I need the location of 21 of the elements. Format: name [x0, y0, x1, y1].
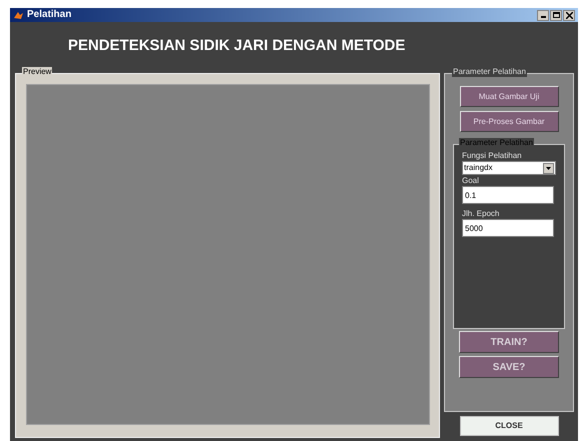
close-button[interactable]: CLOSE [460, 416, 558, 436]
input-field[interactable]: 0.1 [462, 186, 554, 204]
action-button[interactable]: Pre-Proses Gambar [460, 111, 558, 132]
minimize-button[interactable] [537, 10, 549, 20]
caret-icon[interactable] [543, 162, 554, 174]
field-label: Jlh. Epoch [462, 209, 500, 219]
panel-label: Parameter Pelatihan [459, 138, 534, 148]
field-label: Fungsi Pelatihan [462, 151, 523, 161]
action-button[interactable]: SAVE? [459, 356, 559, 378]
field-label: Goal [462, 176, 480, 186]
panel-label: Preview [22, 67, 52, 77]
input-field[interactable]: 5000 [462, 219, 554, 237]
window-title: Pelatihan [27, 10, 72, 20]
heading: PENDETEKSIAN SIDIK JARI DENGAN METODE [68, 37, 406, 54]
panel-label: Parameter Pelatihan [452, 67, 527, 77]
maximize-button[interactable] [550, 10, 562, 20]
dropdown[interactable]: traingdx [462, 161, 556, 175]
app-icon [13, 10, 24, 20]
close-icon[interactable] [563, 10, 575, 20]
action-button[interactable]: Muat Gambar Uji [460, 86, 558, 107]
action-button[interactable]: TRAIN? [459, 331, 559, 353]
